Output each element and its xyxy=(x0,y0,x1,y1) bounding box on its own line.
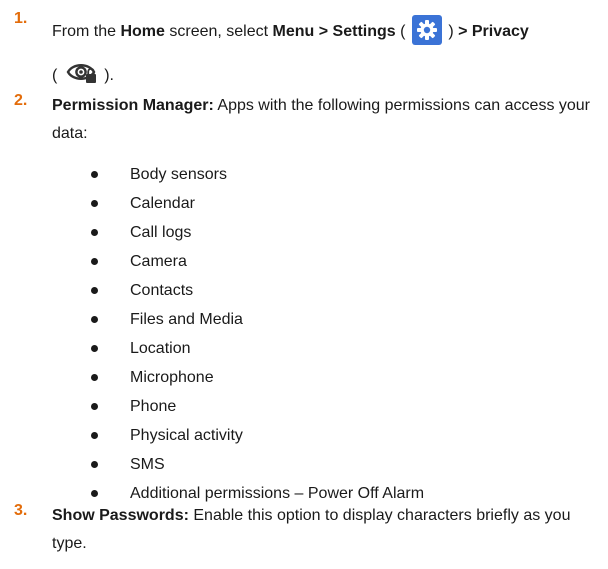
home-label: Home xyxy=(120,23,165,40)
list-item-label: Files and Media xyxy=(130,311,243,328)
step-text: From the Home screen, select Menu > Sett… xyxy=(52,10,600,98)
list-item-label: SMS xyxy=(130,456,165,473)
step-number: 1. xyxy=(14,10,28,27)
bullet-icon xyxy=(91,403,98,410)
bullet-icon xyxy=(91,374,98,381)
permission-manager-label: Permission Manager: xyxy=(52,97,214,114)
list-item: Microphone xyxy=(0,365,608,390)
list-item-label: Phone xyxy=(130,398,177,415)
list-item: Physical activity xyxy=(0,423,608,448)
list-item: SMS xyxy=(0,452,608,477)
list-item: Call logs xyxy=(0,220,608,245)
bullet-icon xyxy=(91,258,98,265)
list-item: Files and Media xyxy=(0,307,608,332)
bullet-icon xyxy=(91,490,98,497)
list-item: Camera xyxy=(0,249,608,274)
eye-lock-icon xyxy=(66,60,98,86)
list-item-label: Camera xyxy=(130,253,187,270)
list-item-label: Contacts xyxy=(130,282,194,299)
bullet-icon xyxy=(91,432,98,439)
step-text: Show Passwords: Enable this option to di… xyxy=(52,502,600,558)
step-number: 2. xyxy=(14,92,28,109)
gear-icon xyxy=(411,14,442,45)
step-text-part: ( xyxy=(52,67,62,84)
list-item-label: Body sensors xyxy=(130,166,227,183)
show-passwords-label: Show Passwords: xyxy=(52,507,189,524)
menu-settings-label: Menu > Settings xyxy=(272,23,396,40)
step-text-part: ). xyxy=(99,67,114,84)
list-item: Phone xyxy=(0,394,608,419)
list-item: Location xyxy=(0,336,608,361)
bullet-icon xyxy=(91,345,98,352)
bullet-icon xyxy=(91,229,98,236)
list-item-label: Physical activity xyxy=(130,427,243,444)
bullet-icon xyxy=(91,200,98,207)
list-item: Calendar xyxy=(0,191,608,216)
bullet-icon xyxy=(91,461,98,468)
list-item-label: Call logs xyxy=(130,224,192,241)
privacy-label: > Privacy xyxy=(458,23,529,40)
list-item-label: Microphone xyxy=(130,369,214,386)
list-item: Contacts xyxy=(0,278,608,303)
bullet-icon xyxy=(91,287,98,294)
step-text-part: ) xyxy=(443,23,459,40)
step-text-part: screen, select xyxy=(164,23,273,40)
list-item-label: Calendar xyxy=(130,195,195,212)
step-text: Permission Manager: Apps with the follow… xyxy=(52,92,600,148)
bullet-icon xyxy=(91,171,98,178)
step-text-part: ( xyxy=(395,23,410,40)
step-number: 3. xyxy=(14,502,28,519)
step-text-part: From the xyxy=(52,23,121,40)
list-item-label: Location xyxy=(130,340,191,357)
instructions-page: 1. From the Home screen, select Menu > S… xyxy=(0,0,608,569)
list-item: Body sensors xyxy=(0,162,608,187)
bullet-icon xyxy=(91,316,98,323)
